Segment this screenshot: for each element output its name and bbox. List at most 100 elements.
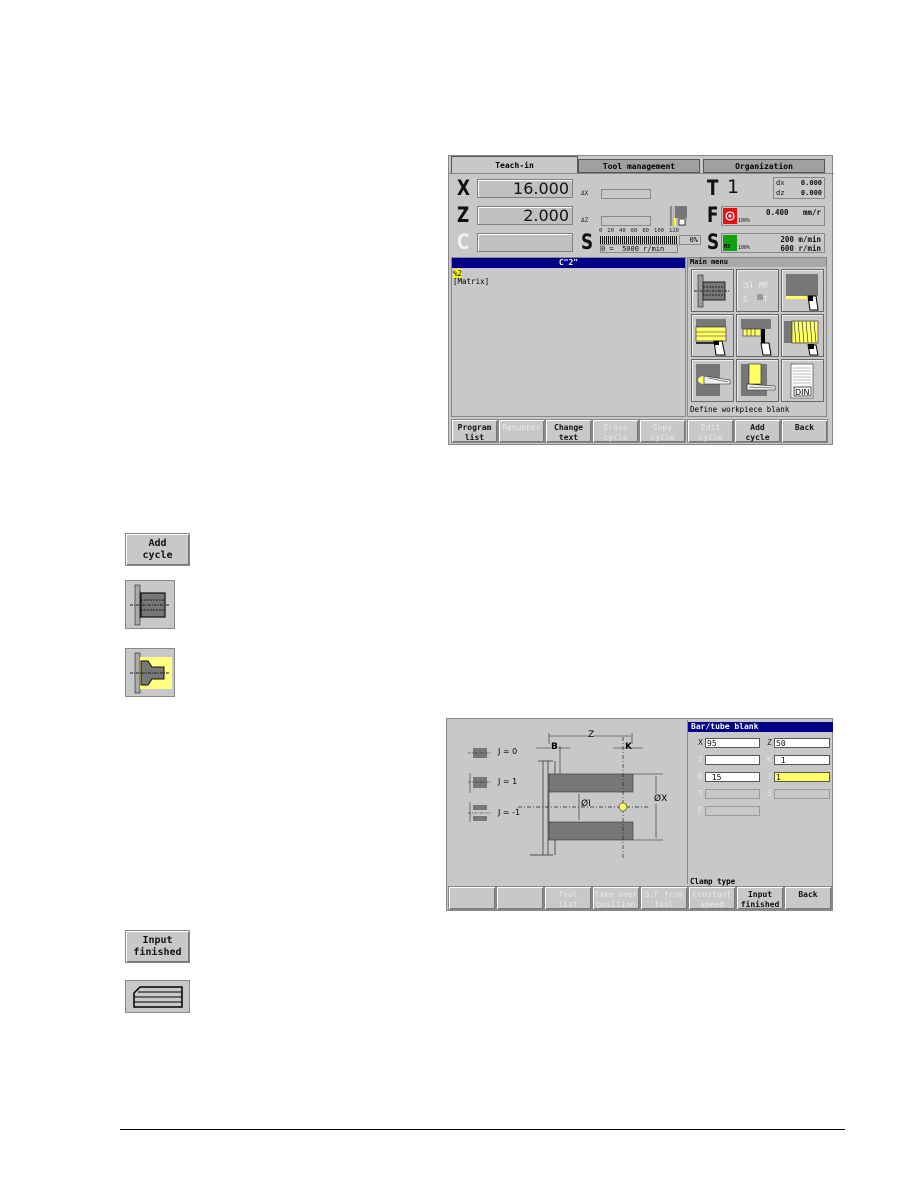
spindle-load-bar <box>600 236 678 244</box>
field-z-input[interactable]: 50 <box>774 738 830 748</box>
input-finished-button[interactable]: Input finished <box>125 930 190 963</box>
bar-tube-blank-button[interactable] <box>125 648 175 697</box>
dz-value: 0.000 <box>800 189 822 197</box>
footer-rule <box>120 1129 845 1130</box>
menu-din[interactable]: DIN <box>781 359 824 402</box>
field-x-input[interactable]: 95 <box>705 738 760 748</box>
tool-offsets: dx 0.000 dz 0.000 <box>773 177 825 199</box>
menu-workpiece-blank[interactable] <box>691 269 734 312</box>
field-k-label: K <box>767 755 772 764</box>
menu-boring[interactable] <box>736 359 779 402</box>
menu-threading[interactable] <box>781 314 824 357</box>
bar-tube-blank-screen: J = 0 J = 1 J = -1 Z B K ØI ØX Bar/tube … <box>446 718 833 911</box>
delta-x-bar <box>601 189 651 199</box>
field-b-input[interactable]: 15 <box>705 772 760 782</box>
tool-label: T <box>707 176 719 200</box>
field-k-input[interactable]: 1 <box>774 755 830 765</box>
menu-roughing[interactable] <box>691 314 734 357</box>
legend-j0-label: J = 0 <box>498 747 518 756</box>
panel-title: Bar/tube blank <box>688 722 833 732</box>
softkey-copy-cycle[interactable]: Copy cycle <box>639 419 686 443</box>
field-s-label: S <box>767 789 772 798</box>
softkey-program-list[interactable]: Program list <box>451 419 498 443</box>
blank-graphic: J = 0 J = 1 J = -1 Z B K ØI ØX <box>448 720 686 884</box>
delta-z-bar <box>601 216 651 226</box>
field-i-label: I <box>698 755 703 764</box>
main-menu: Main menu ⊐) MF S T DIN Define workpiece… <box>687 257 827 417</box>
softkey-take-over-position[interactable]: Take over position <box>592 886 640 910</box>
roughing-icon <box>695 319 727 356</box>
field-f-input[interactable] <box>705 806 760 816</box>
softkey-add-cycle[interactable]: Add cycle <box>734 419 781 443</box>
field-f-label: F <box>698 806 703 815</box>
program-window: C"2" %2 [Matrix] <box>451 257 686 417</box>
menu-grooving[interactable] <box>736 314 779 357</box>
program-line-2[interactable]: [Matrix] <box>453 277 489 286</box>
softkey-back[interactable]: Back <box>784 886 832 910</box>
feed-value: 0.400 <box>766 208 789 217</box>
softkey-sf-from-tool[interactable]: S,F from tool <box>640 886 688 910</box>
feed-label: F <box>707 203 719 227</box>
softkey-change-text[interactable]: Change text <box>545 419 592 443</box>
softkey-empty-1[interactable] <box>448 886 496 910</box>
field-s-input[interactable] <box>774 789 830 799</box>
tab-teach-in[interactable]: Teach-in <box>451 156 578 173</box>
menu-drilling[interactable] <box>691 359 734 402</box>
grooving-icon <box>741 319 772 356</box>
axis-c-value <box>477 233 573 252</box>
tab-tool-management[interactable]: Tool management <box>578 159 700 173</box>
spindle-direction-icon: M3 <box>723 235 737 251</box>
main-menu-title: Main menu <box>688 258 826 267</box>
softkey-back[interactable]: Back <box>781 419 828 443</box>
legend-j-1-label: J = -1 <box>498 808 521 817</box>
dim-k-label: K <box>625 742 632 752</box>
softkey-edit-cycle[interactable]: Edit cycle <box>687 419 734 443</box>
single-cut-icon: ⊐) MF S T <box>743 281 769 304</box>
menu-single-cut[interactable]: ⊐) MF S T <box>736 269 779 312</box>
svg-text:T: T <box>763 295 768 304</box>
contour-icon <box>133 986 183 1008</box>
softkey-empty-2[interactable] <box>496 886 544 910</box>
legend-j-1-icon <box>468 802 492 822</box>
dim-i-label: ØI <box>581 799 591 809</box>
softkey-constant-speed[interactable]: Constant speed <box>688 886 736 910</box>
menu-recessing[interactable] <box>781 269 824 312</box>
dx-value: 0.000 <box>800 179 822 187</box>
dim-x-label: ØX <box>654 794 668 804</box>
scale-tick: 100 <box>654 228 664 234</box>
spindle-icon-label: M3 <box>724 244 731 250</box>
softkey-input-finished[interactable]: Input finished <box>736 886 784 910</box>
din-icon: DIN <box>790 363 814 399</box>
softkey-tool-list[interactable]: Tool list <box>544 886 592 910</box>
add-cycle-button[interactable]: Add cycle <box>125 533 190 566</box>
svg-text:MF: MF <box>759 281 769 290</box>
workpiece-blank-icon <box>694 274 730 308</box>
field-t-input[interactable] <box>705 789 760 799</box>
scale-tick: 20 <box>607 228 614 234</box>
tab-divider <box>449 173 834 174</box>
recessing-icon <box>786 274 819 311</box>
spindle-speed-1: 200 m/min <box>780 235 821 244</box>
contour-button[interactable] <box>125 980 190 1013</box>
dx-label: dx <box>776 179 785 187</box>
field-j-input[interactable]: 1 <box>774 772 830 782</box>
tab-organization[interactable]: Organization <box>703 159 825 173</box>
workpiece-blank-button[interactable] <box>125 580 175 629</box>
spindle-box: M3 100% 200 m/min 600 r/min <box>721 233 825 253</box>
program-title: C"2" <box>452 258 685 268</box>
softkey-renumber[interactable]: Renumber <box>498 419 545 443</box>
field-j-label: J <box>767 772 772 781</box>
field-t-label: T <box>698 789 703 798</box>
softkey-erase-cycle[interactable]: Erase cycle <box>592 419 639 443</box>
field-i-input[interactable] <box>705 755 760 765</box>
axis-c-label: C <box>457 230 470 254</box>
dim-b-label: B <box>551 742 558 752</box>
threading-icon <box>784 320 819 356</box>
tool-position-icon <box>669 206 687 226</box>
scale-tick: 120 <box>669 228 679 234</box>
axis-x-value: 16.000 <box>477 179 573 198</box>
spindle-override: 100% <box>738 245 751 251</box>
spindle-label: S <box>707 230 720 254</box>
feed-box: 100% 0.400 mm/r <box>721 206 825 226</box>
field-b-label: B <box>698 772 703 781</box>
